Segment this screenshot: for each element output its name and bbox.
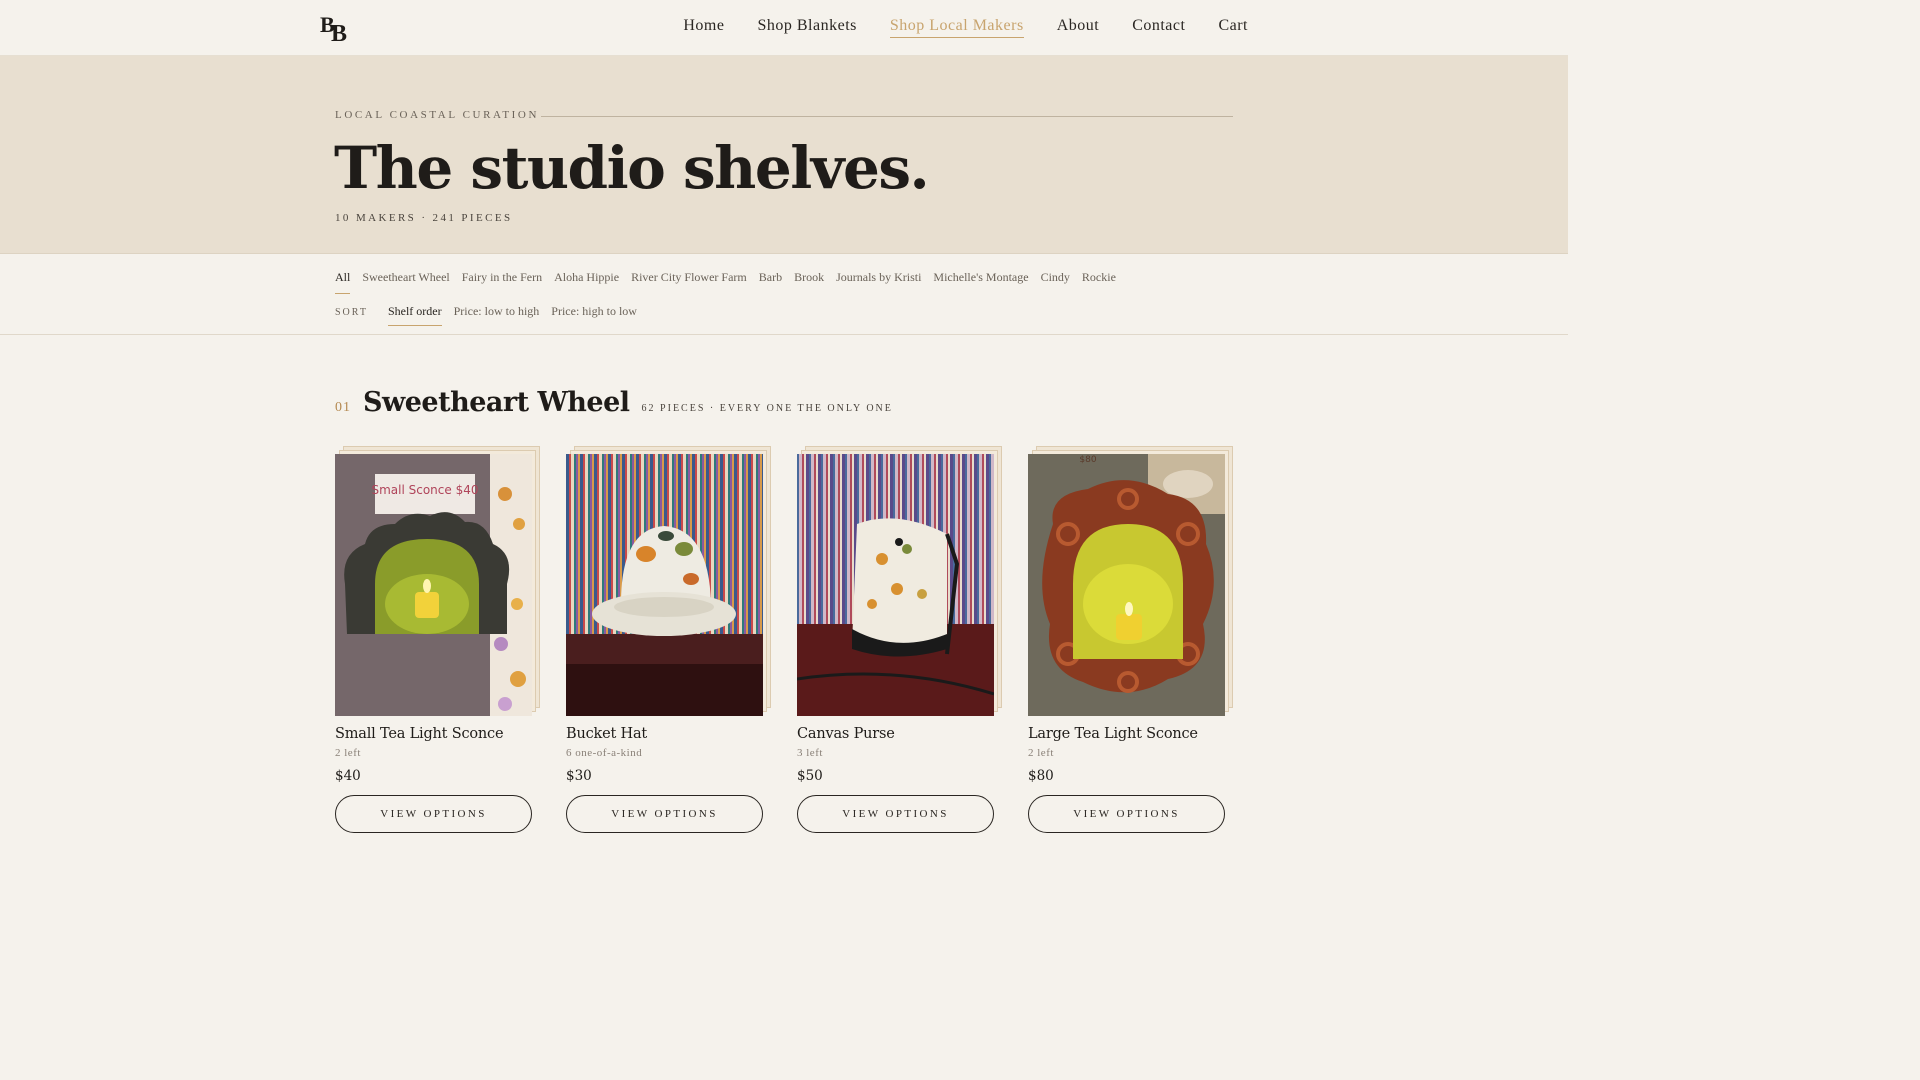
- sort-shelf-order[interactable]: Shelf order: [387, 304, 442, 326]
- product-price: $30: [566, 768, 592, 784]
- product-stock: 3 left: [797, 747, 823, 759]
- nav-shop-local-makers[interactable]: Shop Local Makers: [889, 17, 1024, 38]
- maker-filter-river-city-flower-farm[interactable]: River City Flower Farm: [631, 270, 747, 294]
- sort-label: SORT: [335, 307, 368, 318]
- maker-section-heading: 01 Sweetheart Wheel 62 PIECES · EVERY ON…: [335, 387, 893, 418]
- page-title: The studio shelves.: [334, 134, 930, 202]
- hero-stats: 10 MAKERS · 241 PIECES: [335, 212, 513, 224]
- sign-text: Small Sconce $40: [371, 483, 478, 497]
- product-name[interactable]: Canvas Purse: [797, 726, 994, 742]
- product-name[interactable]: Small Tea Light Sconce: [335, 726, 532, 742]
- product-price: $50: [797, 768, 823, 784]
- main-nav: Home Shop Blankets Shop Local Makers Abo…: [683, 17, 1248, 38]
- product-grid: Small Sconce $40 Small Tea Light Sconce …: [335, 446, 1233, 833]
- maker-filter-list: All Sweetheart Wheel Fairy in the Fern A…: [335, 270, 1116, 294]
- product-photo-bucket-hat: [566, 454, 763, 716]
- section-title: Sweetheart Wheel: [363, 387, 630, 418]
- product-image-frame[interactable]: [566, 446, 772, 716]
- sort-controls: SORT Shelf order Price: low to high Pric…: [335, 304, 637, 326]
- nav-contact[interactable]: Contact: [1132, 17, 1185, 38]
- hero-eyebrow: LOCAL COASTAL CURATION: [335, 109, 540, 121]
- maker-filter-cindy[interactable]: Cindy: [1041, 270, 1070, 294]
- sort-price-high-low[interactable]: Price: high to low: [551, 304, 637, 325]
- nav-about[interactable]: About: [1057, 17, 1100, 38]
- maker-filter-aloha-hippie[interactable]: Aloha Hippie: [554, 270, 619, 294]
- eyebrow-divider: [541, 116, 1233, 117]
- maker-filter-all[interactable]: All: [335, 270, 351, 294]
- hero-banner: LOCAL COASTAL CURATION The studio shelve…: [0, 56, 1568, 254]
- nav-shop-blankets[interactable]: Shop Blankets: [757, 17, 856, 38]
- product-stock: 2 left: [1028, 747, 1054, 759]
- product-name[interactable]: Large Tea Light Sconce: [1028, 726, 1225, 742]
- maker-filter-journals-by-kristi[interactable]: Journals by Kristi: [836, 270, 921, 294]
- view-options-button[interactable]: VIEW OPTIONS: [1028, 795, 1225, 833]
- maker-filter-michelles-montage[interactable]: Michelle's Montage: [933, 270, 1028, 294]
- view-options-button[interactable]: VIEW OPTIONS: [797, 795, 994, 833]
- product-photo-canvas-purse: [797, 454, 994, 716]
- site-header: B B Home Shop Blankets Shop Local Makers…: [0, 0, 1568, 56]
- maker-filter-fairy-in-the-fern[interactable]: Fairy in the Fern: [462, 270, 542, 294]
- nav-cart[interactable]: Cart: [1218, 17, 1248, 38]
- section-meta: 62 PIECES · EVERY ONE THE ONLY ONE: [641, 403, 893, 414]
- maker-filter-sweetheart-wheel[interactable]: Sweetheart Wheel: [362, 270, 449, 294]
- sign-text: $80: [1079, 455, 1096, 465]
- maker-filter-brook[interactable]: Brook: [794, 270, 824, 294]
- product-card: Small Sconce $40 Small Tea Light Sconce …: [335, 446, 540, 833]
- product-image-frame[interactable]: $80: [1028, 446, 1234, 716]
- maker-filter-barb[interactable]: Barb: [759, 270, 782, 294]
- brand-logo[interactable]: B B: [320, 12, 352, 47]
- product-stock: 6 one-of-a-kind: [566, 747, 643, 759]
- product-photo-small-sconce: Small Sconce $40: [335, 454, 532, 716]
- section-number: 01: [335, 400, 351, 415]
- product-card: Bucket Hat 6 one-of-a-kind $30 VIEW OPTI…: [566, 446, 771, 833]
- sort-price-low-high[interactable]: Price: low to high: [454, 304, 540, 325]
- product-price: $40: [335, 768, 361, 784]
- nav-home[interactable]: Home: [683, 17, 724, 38]
- filter-bar: All Sweetheart Wheel Fairy in the Fern A…: [0, 254, 1568, 335]
- product-name[interactable]: Bucket Hat: [566, 726, 763, 742]
- product-image-frame[interactable]: Small Sconce $40: [335, 446, 541, 716]
- product-card: $80 Large Tea Light Sconce 2 left $80 VI…: [1028, 446, 1233, 833]
- maker-filter-rockie[interactable]: Rockie: [1082, 270, 1116, 294]
- product-price: $80: [1028, 768, 1054, 784]
- view-options-button[interactable]: VIEW OPTIONS: [335, 795, 532, 833]
- product-image-frame[interactable]: [797, 446, 1003, 716]
- product-card: Canvas Purse 3 left $50 VIEW OPTIONS: [797, 446, 1002, 833]
- view-options-button[interactable]: VIEW OPTIONS: [566, 795, 763, 833]
- product-photo-large-sconce: $80: [1028, 454, 1225, 716]
- product-stock: 2 left: [335, 747, 361, 759]
